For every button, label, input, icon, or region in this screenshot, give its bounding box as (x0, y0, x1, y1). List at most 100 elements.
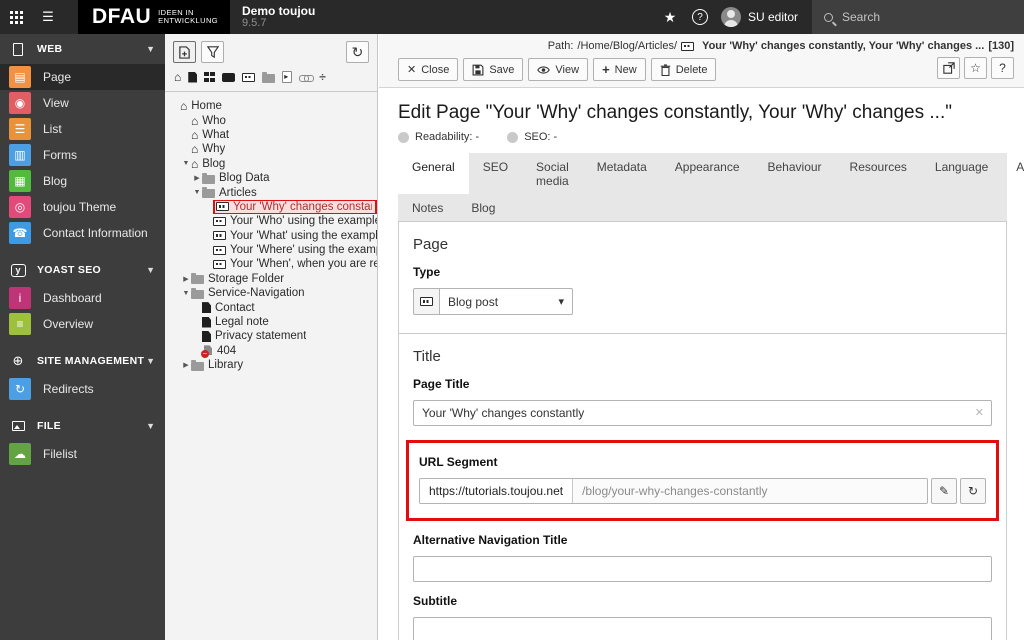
refresh-icon[interactable]: ↻ (346, 41, 369, 63)
sidebar-item-toujou-theme[interactable]: ◎ toujou Theme (0, 194, 165, 220)
view-button[interactable]: View (528, 58, 589, 81)
site-management-icon: ⊕ (12, 353, 24, 368)
alt-nav-title-input[interactable] (413, 556, 992, 582)
tab-appearance[interactable]: Appearance (661, 153, 754, 194)
sidebar-item-contact-information[interactable]: ☎ Contact Information (0, 220, 165, 246)
tab-general[interactable]: General (398, 153, 469, 194)
sidebar-item-overview[interactable]: ≡ Overview (0, 311, 165, 337)
sidebar-section-web[interactable]: WEB ▼ (0, 34, 165, 64)
help-icon[interactable]: ? (685, 0, 715, 34)
edit-slug-icon[interactable]: ✎ (931, 478, 957, 504)
page-icon (202, 330, 211, 342)
tab-behaviour[interactable]: Behaviour (754, 153, 836, 194)
tree-node-why[interactable]: ⌂ Why (170, 142, 377, 156)
new-button[interactable]: + New (593, 58, 646, 81)
sidebar-section-file[interactable]: FILE ▼ (0, 411, 165, 441)
user-menu[interactable]: SU editor (715, 0, 812, 34)
open-new-window-icon[interactable] (937, 57, 960, 79)
chevron-down-icon: ▼ (146, 421, 155, 431)
sidebar-item-redirects[interactable]: ↻ Redirects (0, 376, 165, 402)
page-title-input[interactable] (413, 400, 992, 426)
sidebar-item-dashboard[interactable]: i Dashboard (0, 285, 165, 311)
tree-node-contact[interactable]: Contact (170, 300, 377, 314)
tree-node-service-navigation[interactable]: ▼ Service-Navigation (170, 286, 377, 300)
expand-arrow-icon[interactable]: ▶ (192, 174, 202, 182)
tree-node-your-who-using-the-example-of-yo[interactable]: Your 'Who' using the example of yo (170, 214, 377, 228)
readability-label: Readability: - (415, 131, 480, 143)
sidebar-item-blog[interactable]: ▦ Blog (0, 168, 165, 194)
page-tree-panel: ↻ ⌂÷ ⌂Home⌂Who⌂What⌂Why▼⌂Blog▶Blog Data▼… (165, 34, 378, 640)
tab-social-media[interactable]: Social media (522, 153, 583, 194)
tab-resources[interactable]: Resources (836, 153, 921, 194)
site-pagetype-icon[interactable]: ⌂ (174, 71, 181, 83)
expand-arrow-icon[interactable]: ▶ (181, 361, 191, 369)
tab-access[interactable]: Access (1002, 153, 1024, 194)
link-pagetype-icon[interactable] (299, 74, 315, 82)
article-pagetype-icon[interactable] (242, 72, 256, 82)
page-type-select[interactable]: Blog post (440, 288, 573, 315)
page-module-icon: ▤ (9, 66, 31, 88)
subtitle-input[interactable] (413, 617, 992, 640)
global-search[interactable] (812, 0, 1024, 34)
teaser-pagetype-icon[interactable] (222, 72, 236, 82)
sitemap-icon[interactable]: ☰ (32, 0, 64, 34)
tree-node-articles[interactable]: ▼ Articles (170, 185, 377, 199)
clear-icon[interactable]: ✕ (975, 406, 984, 419)
tree-node-blog-data[interactable]: ▶ Blog Data (170, 171, 377, 185)
readability-indicator (398, 131, 409, 143)
help-icon[interactable]: ? (991, 57, 1014, 79)
sidebar-section-site-management[interactable]: ⊕ SITE MANAGEMENT ▼ (0, 346, 165, 376)
sidebar-section-yoast-seo[interactable]: y YOAST SEO ▼ (0, 255, 165, 285)
grid-pagetype-icon[interactable] (204, 71, 215, 83)
tree-node-your-where-using-the-example-of[interactable]: Your 'Where' using the example of (170, 243, 377, 257)
delete-button[interactable]: Delete (650, 58, 717, 81)
article-icon (213, 245, 226, 255)
tree-node-library[interactable]: ▶ Library (170, 358, 377, 372)
tree-node-home[interactable]: ⌂ Home (170, 99, 377, 113)
save-button[interactable]: Save (463, 58, 524, 81)
expand-arrow-icon[interactable]: ▶ (181, 275, 191, 283)
seo-label: SEO: - (524, 131, 558, 143)
page-pagetype-icon[interactable] (188, 71, 198, 83)
tab-notes[interactable]: Notes (398, 194, 457, 221)
view-module-icon: ◉ (9, 92, 31, 114)
tree-node-privacy-statement[interactable]: Privacy statement (170, 329, 377, 343)
expand-arrow-icon[interactable]: ▼ (181, 290, 191, 297)
filter-icon[interactable] (201, 41, 224, 63)
tree-node-storage-folder[interactable]: ▶ Storage Folder (170, 272, 377, 286)
bookmark-star-icon[interactable]: ★ (655, 0, 685, 34)
sidebar-item-view[interactable]: ◉ View (0, 90, 165, 116)
tree-node-blog[interactable]: ▼ ⌂ Blog (170, 157, 377, 171)
tree-node-your-what-using-the-example-of-a[interactable]: Your 'What' using the example of a (170, 229, 377, 243)
shortcut-pagetype-icon[interactable] (282, 71, 293, 83)
sidebar-item-forms[interactable]: ▥ Forms (0, 142, 165, 168)
recalculate-slug-icon[interactable]: ↻ (960, 478, 986, 504)
site-icon: ⌂ (191, 142, 199, 157)
tab-metadata[interactable]: Metadata (583, 153, 661, 194)
new-page-icon[interactable] (173, 41, 196, 63)
expand-arrow-icon[interactable]: ▼ (192, 189, 202, 196)
modules-grid-icon[interactable] (0, 0, 32, 34)
close-icon: ✕ (407, 64, 417, 76)
sidebar-item-filelist[interactable]: ☁ Filelist (0, 441, 165, 467)
expand-arrow-icon[interactable]: ▼ (181, 160, 191, 167)
avatar (720, 7, 741, 27)
tree-node-who[interactable]: ⌂ Who (170, 113, 377, 127)
sidebar-item-list[interactable]: ☰ List (0, 116, 165, 142)
tree-node-what[interactable]: ⌂ What (170, 128, 377, 142)
tab-seo[interactable]: SEO (469, 153, 522, 194)
search-input[interactable] (842, 10, 992, 24)
tree-node-your-why-changes-constantly[interactable]: Your 'Why' changes constantly (170, 199, 377, 215)
tab-language[interactable]: Language (921, 153, 1002, 194)
eye-icon (537, 65, 551, 75)
tab-blog[interactable]: Blog (457, 194, 509, 221)
path-value: /Home/Blog/Articles/ (577, 40, 678, 52)
tree-node-your-when-when-you-are-ready[interactable]: Your 'When', when you are ready (170, 257, 377, 271)
folder-pagetype-icon[interactable] (262, 71, 276, 83)
divider-pagetype-icon[interactable]: ÷ (319, 70, 326, 84)
tree-node-legal-note[interactable]: Legal note (170, 315, 377, 329)
tree-node-404[interactable]: 404 (170, 344, 377, 359)
sidebar-item-page[interactable]: ▤ Page (0, 64, 165, 90)
close-button[interactable]: ✕ Close (398, 58, 459, 81)
bookmark-star-icon[interactable]: ☆ (964, 57, 987, 79)
